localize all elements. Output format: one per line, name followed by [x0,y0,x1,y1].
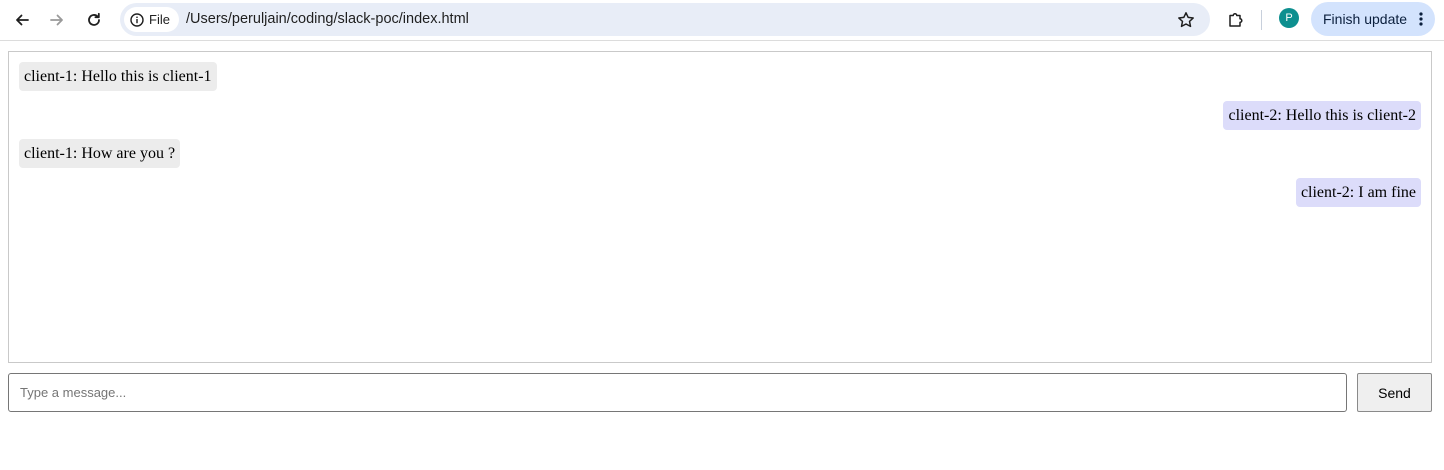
reload-icon [88,12,100,26]
chat-message-incoming: client-1: Hello this is client-1 [19,62,217,91]
site-info-label: File [149,12,170,27]
puzzle-icon [1229,12,1243,27]
site-info-chip[interactable]: File [124,7,179,32]
finish-update-label: Finish update [1323,11,1408,27]
address-bar[interactable]: File /Users/peruljain/coding/slack-poc/i… [120,3,1210,36]
forward-button[interactable] [43,6,71,34]
info-icon [130,12,144,27]
send-button[interactable]: Send [1357,373,1432,412]
message-input[interactable] [8,373,1347,412]
extensions-button[interactable] [1222,6,1250,34]
finish-update-button[interactable]: Finish update [1311,2,1435,36]
chat-messages-panel[interactable]: client-1: Hello this is client-1 client-… [8,51,1432,363]
chat-message-incoming: client-1: How are you ? [19,139,181,168]
toolbar-divider [1261,10,1262,30]
reload-button[interactable] [80,6,108,34]
bookmark-button[interactable] [1173,7,1198,32]
back-button[interactable] [8,6,36,34]
url-text[interactable]: /Users/peruljain/coding/slack-poc/index.… [186,3,469,36]
arrow-left-icon [16,14,29,26]
arrow-right-icon [50,14,63,26]
more-vert-icon [1419,12,1423,26]
profile-avatar[interactable]: P [1279,8,1299,28]
star-icon [1177,11,1194,27]
chat-message-outgoing: client-2: Hello this is client-2 [1223,101,1421,130]
chat-message-outgoing: client-2: I am fine [1295,178,1421,207]
browser-toolbar: File /Users/peruljain/coding/slack-poc/i… [0,0,1444,41]
